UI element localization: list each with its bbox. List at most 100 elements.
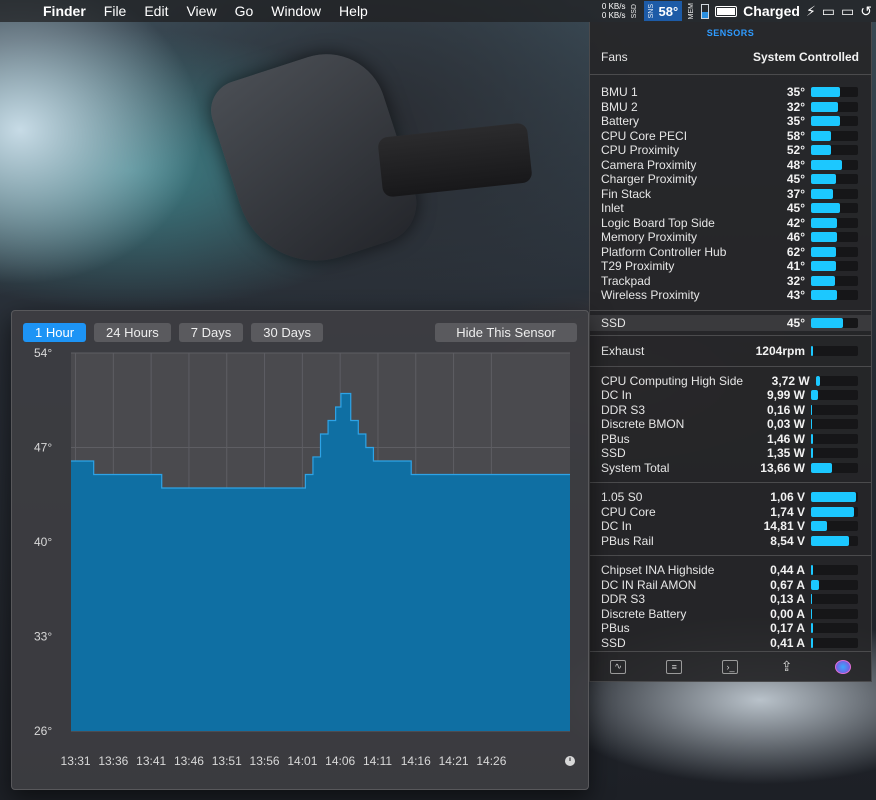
sensor-value: 1,46 W [766,431,805,446]
sensor-bar [811,145,858,156]
sensor-label: PBus Rail [601,533,654,548]
divider [590,555,871,556]
divider [590,74,871,75]
sensor-row-bmu-1[interactable]: BMU 1 35° [590,85,871,100]
sensor-bar [811,174,858,185]
menubar: Finder File Edit View Go Window Help 0 K… [0,0,876,22]
sensor-row-cpu-core-peci[interactable]: CPU Core PECI 58° [590,129,871,144]
x-tick-label: 14:06 [325,754,355,768]
temperature-status-item[interactable]: SNS 58° [644,1,683,21]
sensor-value: 0,13 A [770,592,805,607]
sensor-bar [815,375,858,386]
sensor-label: SSD [601,635,626,650]
sensor-value: 1,06 V [770,490,805,505]
sensor-row-dc-in-rail-amon[interactable]: DC IN Rail AMON 0,67 A [590,578,871,593]
sensor-row-ddr-s3[interactable]: DDR S3 0,13 A [590,592,871,607]
sensor-value: 45° [786,172,805,187]
sensor-row-pbus[interactable]: PBus 0,17 A [590,621,871,636]
sensor-bar [811,232,858,243]
menu-go[interactable]: Go [226,3,263,19]
sensor-row-bmu-2[interactable]: BMU 2 32° [590,100,871,115]
sensor-bar [811,246,858,257]
sensor-label: Inlet [601,201,624,216]
y-tick-label: 33° [34,630,52,644]
notification-icon[interactable]: ▭ [822,3,835,20]
x-tick-label: 13:31 [61,754,91,768]
sensor-row-t29-proximity[interactable]: T29 Proximity 41° [590,259,871,274]
sensor-bar [811,565,858,576]
fans-row[interactable]: Fans System Controlled [590,44,871,70]
sensor-bar [811,116,858,127]
sensor-label: Platform Controller Hub [601,244,727,259]
preferences-icon[interactable] [834,659,851,674]
background-mirror-shape [203,38,427,282]
battery-status[interactable]: Charged [743,3,800,19]
sensor-row-ssd[interactable]: SSD 1,35 W [590,446,871,461]
terminal-icon[interactable]: ›_ [722,659,739,674]
sensor-label: Charger Proximity [601,172,698,187]
activity-monitor-icon[interactable]: ∿ [610,659,627,674]
sensor-label: CPU Proximity [601,143,680,158]
temperature-list: BMU 1 35° BMU 2 32° Battery 35° CPU Core PECI 5… [590,79,871,306]
sensor-row-1-05-s0[interactable]: 1.05 S0 1,06 V [590,490,871,505]
sensor-row-camera-proximity[interactable]: Camera Proximity 48° [590,158,871,173]
menu-window[interactable]: Window [262,3,330,19]
sensor-row-inlet[interactable]: Inlet 45° [590,201,871,216]
sensor-row-ssd-temp[interactable]: SSD 45° [590,314,871,331]
sensor-label: System Total [601,460,670,475]
sensor-row-cpu-core[interactable]: CPU Core 1,74 V [590,505,871,520]
sensor-row-ssd[interactable]: SSD 0,41 A [590,636,871,651]
sensor-row-ddr-s3[interactable]: DDR S3 0,16 W [590,403,871,418]
x-tick-label: 13:51 [212,754,242,768]
airplay-icon[interactable]: ▭ [841,3,854,20]
x-tick-label: 13:56 [250,754,280,768]
sensor-value: 0,17 A [770,621,805,636]
current-list: Chipset INA Highside 0,44 A DC IN Rail AMO… [590,560,871,653]
sensor-row-trackpad[interactable]: Trackpad 32° [590,274,871,289]
lightning-icon[interactable]: ⚡ [806,3,816,20]
sensor-value: 0,41 A [770,635,805,650]
disk-indicator-icon[interactable]: SSD [631,4,638,18]
sensor-row-cpu-proximity[interactable]: CPU Proximity 52° [590,143,871,158]
sensor-row-platform-controller-hub[interactable]: Platform Controller Hub 62° [590,245,871,260]
time-machine-icon[interactable]: ↺ [860,3,872,20]
menu-edit[interactable]: Edit [135,3,177,19]
sensor-row-chipset-ina-highside[interactable]: Chipset INA Highside 0,44 A [590,563,871,578]
sensor-bar [811,345,858,356]
sensor-value: 35° [786,114,805,129]
sensor-row-pbus-rail[interactable]: PBus Rail 8,54 V [590,534,871,549]
sensor-row-wireless-proximity[interactable]: Wireless Proximity 43° [590,288,871,303]
sensor-row-dc-in[interactable]: DC In 9,99 W [590,388,871,403]
menu-finder[interactable]: Finder [34,3,95,19]
sensor-label: Memory Proximity [601,230,698,245]
sensor-row-battery[interactable]: Battery 35° [590,114,871,129]
sensor-row-logic-board-top-side[interactable]: Logic Board Top Side 42° [590,216,871,231]
sensor-row-charger-proximity[interactable]: Charger Proximity 45° [590,172,871,187]
divider [590,334,871,336]
sensor-value: 0,67 A [770,577,805,592]
sensor-row-dc-in[interactable]: DC In 14,81 V [590,519,871,534]
sensor-label: Camera Proximity [601,157,697,172]
sensor-row-memory-proximity[interactable]: Memory Proximity 46° [590,230,871,245]
memory-indicator-icon[interactable]: MEM [688,3,695,19]
sensor-label: SSD [601,446,626,461]
sensor-row-discrete-battery[interactable]: Discrete Battery 0,00 A [590,607,871,622]
battery-icon[interactable] [715,5,738,17]
console-icon[interactable]: ≡ [666,659,683,674]
menu-view[interactable]: View [177,3,225,19]
sensor-row-fin-stack[interactable]: Fin Stack 37° [590,187,871,202]
menu-help[interactable]: Help [330,3,377,19]
sensor-bar [811,608,858,619]
sensor-label: 1.05 S0 [601,490,643,505]
sensor-bar [811,275,858,286]
menu-file[interactable]: File [95,3,136,19]
sensor-graph-window: 1 Hour 24 Hours 7 Days 30 Days Hide This… [11,310,589,790]
sensor-row-cpu-computing-high-side[interactable]: CPU Computing High Side 3,72 W [590,374,871,389]
sensor-row-discrete-bmon[interactable]: Discrete BMON 0,03 W [590,417,871,432]
sensor-row-exhaust[interactable]: Exhaust 1204rpm [590,340,871,362]
network-stats[interactable]: 0 KB/s 0 KB/s [602,2,626,20]
share-icon[interactable]: ⇪ [779,658,795,674]
sensor-value: 46° [786,230,805,245]
sensor-row-pbus[interactable]: PBus 1,46 W [590,432,871,447]
sensor-row-system-total[interactable]: System Total 13,66 W [590,461,871,476]
